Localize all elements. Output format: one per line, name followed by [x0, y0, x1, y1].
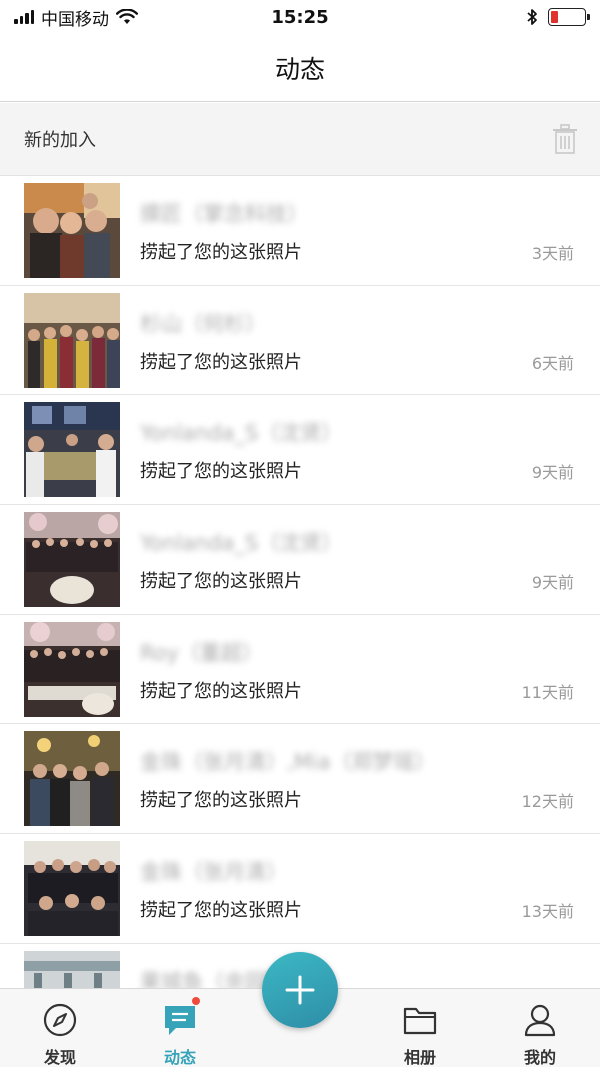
- tab-album[interactable]: 相册: [360, 989, 480, 1067]
- activity-text: 捞起了您的这张照片: [140, 571, 302, 593]
- feed-item[interactable]: 杉山（何杉） 捞起了您的这张照片 6天前: [0, 286, 600, 396]
- user-name: Roy（董超）: [140, 640, 263, 665]
- photo-thumbnail[interactable]: [24, 621, 120, 717]
- user-name: 摸匠（掌念科技）: [140, 202, 308, 226]
- tab-label: 相册: [403, 1048, 436, 1067]
- tab-label: 我的: [523, 1048, 556, 1067]
- user-name: Yonlanda_S（沈贤）: [140, 421, 343, 446]
- battery-icon: [548, 8, 590, 26]
- section-header: 新的加入: [0, 103, 600, 176]
- tab-label: 动态: [163, 1048, 196, 1067]
- feed-item[interactable]: 摸匠（掌念科技） 捞起了您的这张照片 3天前: [0, 176, 600, 286]
- activity-text: 捞起了您的这张照片: [140, 900, 302, 922]
- trash-icon[interactable]: [552, 124, 578, 154]
- nav-bar: 动态: [0, 34, 600, 102]
- photo-thumbnail[interactable]: [24, 183, 120, 278]
- timestamp: 13天前: [521, 902, 574, 922]
- bluetooth-icon: [527, 9, 537, 25]
- wifi-icon: [116, 9, 138, 24]
- notification-dot: [192, 997, 200, 1005]
- tab-mine[interactable]: 我的: [480, 989, 600, 1067]
- tab-activity[interactable]: 动态: [120, 989, 240, 1067]
- page-title: 动态: [274, 54, 325, 84]
- status-bar: 中国移动 15:25: [0, 0, 600, 34]
- timestamp: 6天前: [531, 353, 574, 373]
- activity-feed-list[interactable]: 摸匠（掌念科技） 捞起了您的这张照片 3天前 杉山（何杉） 捞起了您的这张照片 …: [0, 176, 600, 988]
- timestamp: 11天前: [521, 682, 574, 702]
- feed-item[interactable]: Yonlanda_S（沈贤） 捞起了您的这张照片 9天前: [0, 395, 600, 506]
- timestamp: 9天前: [531, 573, 574, 593]
- timestamp: 12天前: [521, 792, 574, 812]
- photo-thumbnail[interactable]: [24, 512, 120, 608]
- add-button[interactable]: [262, 952, 338, 1028]
- plus-icon: [285, 975, 315, 1005]
- feed-item[interactable]: 金珠（张月清）,Mia（郑梦瑶） 捞起了您的这张照片 12天前: [0, 724, 600, 835]
- activity-text: 捞起了您的这张照片: [140, 680, 302, 702]
- activity-text: 捞起了您的这张照片: [140, 790, 302, 812]
- feed-item[interactable]: 金珠（张月清） 捞起了您的这张照片 13天前: [0, 834, 600, 944]
- activity-text: 捞起了您的这张照片: [140, 351, 302, 373]
- section-title: 新的加入: [24, 130, 96, 151]
- tab-discover[interactable]: 发现: [0, 989, 120, 1067]
- compass-icon: [43, 1003, 77, 1037]
- timestamp: 9天前: [531, 463, 574, 483]
- feed-item[interactable]: Roy（董超） 捞起了您的这张照片 11天前: [0, 615, 600, 725]
- carrier-label: 中国移动: [41, 9, 109, 30]
- user-name: 金珠（张月清）: [140, 860, 287, 885]
- activity-text: 捞起了您的这张照片: [140, 461, 302, 483]
- tab-bar: 发现 动态 相册 我的: [0, 952, 600, 1067]
- photo-thumbnail[interactable]: [24, 950, 120, 988]
- tab-label: 发现: [43, 1048, 76, 1067]
- message-icon: [165, 1006, 195, 1035]
- activity-text: 捞起了您的这张照片: [140, 242, 302, 263]
- user-name: 杉山（何杉）: [140, 311, 266, 336]
- photo-thumbnail[interactable]: [24, 841, 120, 937]
- cellular-signal-icon: [14, 10, 34, 24]
- photo-thumbnail[interactable]: [24, 292, 120, 388]
- feed-item[interactable]: Yonlanda_S（沈贤） 捞起了您的这张照片 9天前: [0, 505, 600, 615]
- folder-icon: [403, 1007, 437, 1035]
- photo-thumbnail[interactable]: [24, 402, 120, 498]
- user-name: Yonlanda_S（沈贤）: [140, 531, 343, 556]
- timestamp: 3天前: [531, 244, 574, 263]
- photo-thumbnail[interactable]: [24, 731, 120, 827]
- user-icon: [524, 1004, 556, 1037]
- user-name: 金珠（张月清）,Mia（郑梦瑶）: [140, 750, 436, 775]
